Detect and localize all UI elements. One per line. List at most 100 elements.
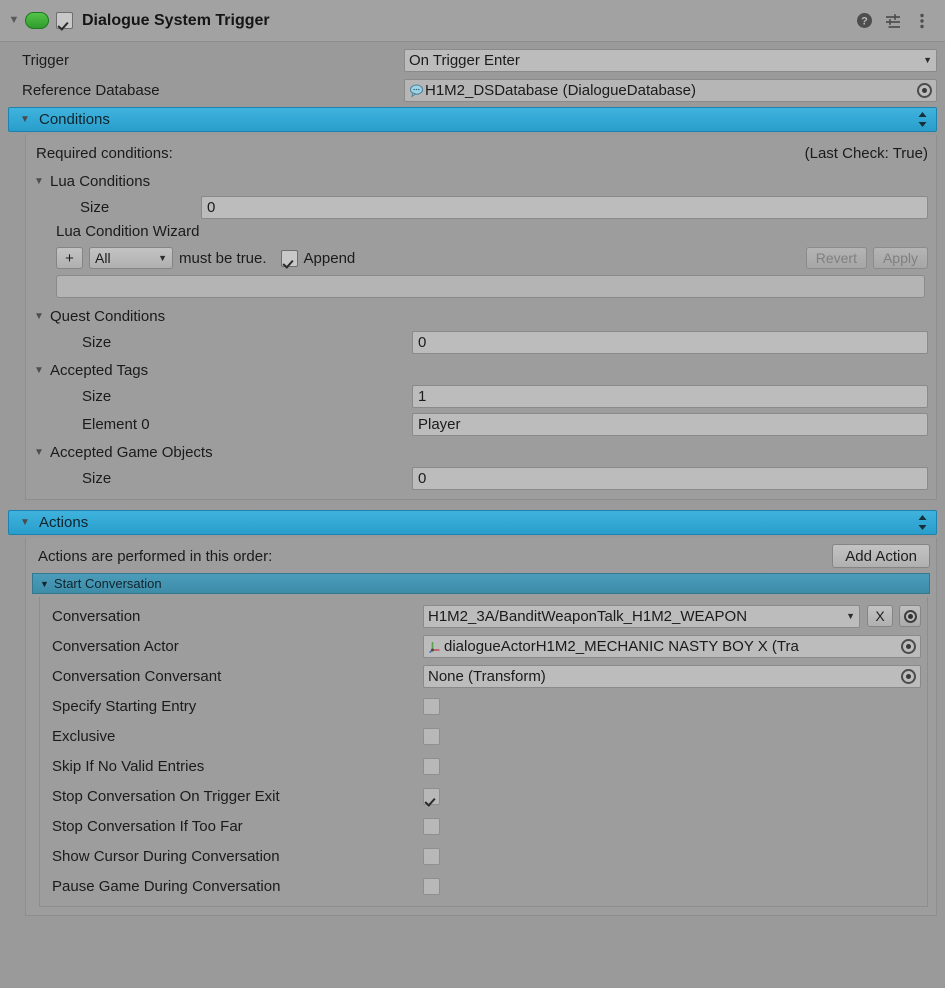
quest-size-input[interactable]: 0 [412, 330, 928, 354]
conversation-conversant-object-field[interactable]: None (Transform) [423, 664, 921, 688]
toggle-row-stop-conversation-on-trigger-exit: Stop Conversation On Trigger Exit [46, 784, 921, 808]
component-foldout-icon[interactable]: ▼ [6, 13, 22, 29]
conversation-conversant-label: Conversation Conversant [52, 667, 222, 685]
chevron-down-icon: ▼ [158, 253, 167, 263]
tags-size-value: 1 [418, 387, 427, 405]
gameobjects-size-value: 0 [418, 469, 427, 487]
conversation-conversant-value: None (Transform) [428, 667, 546, 685]
toggle-row-show-cursor-during-conversation: Show Cursor During Conversation [46, 844, 921, 868]
chevron-down-icon: ▼ [923, 55, 932, 65]
tags-element-input[interactable]: Player [412, 412, 928, 436]
object-picker-icon[interactable] [901, 668, 916, 684]
skip-if-no-valid-entries-slot [423, 757, 663, 775]
lua-condition-wizard-toolbar: + All ▼ must be true. Append Revert Appl… [56, 244, 928, 272]
object-picker-icon[interactable] [917, 82, 932, 98]
pause-game-during-conversation-slot [423, 877, 663, 895]
page-title: Dialogue System Trigger [82, 11, 270, 29]
help-icon[interactable]: ? [853, 10, 875, 32]
stop-conversation-on-trigger-exit-label: Stop Conversation On Trigger Exit [52, 787, 280, 805]
chevron-down-icon: ▼ [34, 310, 44, 322]
trigger-dropdown[interactable]: On Trigger Enter ▼ [404, 48, 937, 72]
lua-conditions-size-row: Size 0 [34, 195, 928, 219]
chevron-down-icon: ▼ [40, 578, 49, 589]
transform-icon [428, 639, 443, 654]
object-picker-icon[interactable] [901, 638, 916, 654]
reference-database-value: H1M2_DSDatabase (DialogueDatabase) [425, 81, 696, 99]
dialogue-database-icon [409, 83, 424, 98]
trigger-value: On Trigger Enter [409, 51, 520, 69]
clear-conversation-button[interactable]: X [867, 605, 893, 627]
tags-element-label: Element 0 [82, 415, 150, 433]
required-conditions-label: Required conditions: [36, 144, 173, 162]
gameobjects-size-input[interactable]: 0 [412, 466, 928, 490]
stop-conversation-on-trigger-exit-checkbox[interactable] [423, 787, 440, 805]
lua-size-input[interactable]: 0 [201, 195, 928, 219]
accepted-tags-foldout[interactable]: ▼ Accepted Tags [34, 358, 928, 382]
property-row-reference-database: Reference Database H1M2_DSDatabase (Dial… [8, 78, 937, 102]
more-menu-icon[interactable] [911, 10, 933, 32]
accepted-tags-element-row: Element 0 Player [34, 412, 928, 436]
condition-mode-dropdown[interactable]: All ▼ [89, 247, 173, 269]
actions-order-row: Actions are performed in this order: Add… [32, 543, 930, 569]
conversation-actor-row: Conversation Actor dialogueActorH1M2_MEC… [46, 634, 921, 658]
condition-mode-value: All [95, 250, 111, 266]
stop-conversation-if-too-far-checkbox[interactable] [423, 817, 440, 835]
chevron-down-icon: ▼ [846, 611, 855, 621]
revert-button[interactable]: Revert [805, 247, 867, 269]
stop-conversation-if-too-far-slot [423, 817, 663, 835]
lua-conditions-label: Lua Conditions [50, 172, 151, 190]
show-cursor-during-conversation-slot [423, 847, 663, 865]
tags-element-value: Player [418, 415, 461, 433]
conditions-section-header[interactable]: ▼ Conditions [8, 107, 937, 132]
lua-conditions-foldout[interactable]: ▼ Lua Conditions [34, 169, 928, 193]
quest-conditions-size-row: Size 0 [34, 330, 928, 354]
reorder-handle-icon[interactable] [917, 514, 930, 532]
reference-database-object-field[interactable]: H1M2_DSDatabase (DialogueDatabase) [404, 78, 937, 102]
conversation-value: H1M2_3A/BanditWeaponTalk_H1M2_WEAPON [428, 607, 748, 625]
exclusive-checkbox[interactable] [423, 727, 440, 745]
tags-size-input[interactable]: 1 [412, 384, 928, 408]
conversation-dropdown[interactable]: H1M2_3A/BanditWeaponTalk_H1M2_WEAPON ▼ [423, 604, 860, 628]
quest-conditions-foldout[interactable]: ▼ Quest Conditions [34, 304, 928, 328]
specify-starting-entry-checkbox[interactable] [423, 697, 440, 715]
pause-game-during-conversation-checkbox[interactable] [423, 877, 440, 895]
conversation-actor-label: Conversation Actor [52, 637, 179, 655]
preset-icon[interactable] [882, 10, 904, 32]
actions-header-label: Actions [39, 514, 89, 531]
add-action-button[interactable]: Add Action [832, 544, 930, 568]
toggle-row-specify-starting-entry: Specify Starting Entry [46, 694, 921, 718]
skip-if-no-valid-entries-checkbox[interactable] [423, 757, 440, 775]
chevron-down-icon: ▼ [34, 364, 44, 376]
add-condition-button[interactable]: + [56, 247, 83, 269]
top-properties: Trigger On Trigger Enter ▼ Reference Dat… [0, 42, 945, 107]
accepted-game-objects-foldout[interactable]: ▼ Accepted Game Objects [34, 440, 928, 464]
conversation-row: Conversation H1M2_3A/BanditWeaponTalk_H1… [46, 604, 921, 628]
actions-section-header[interactable]: ▼ Actions [8, 510, 937, 535]
conversation-picker-button[interactable] [899, 605, 921, 627]
lua-size-label: Size [80, 198, 110, 216]
start-conversation-label: Start Conversation [53, 576, 162, 591]
conversation-actor-object-field[interactable]: dialogueActorH1M2_MECHANIC NASTY BOY X (… [423, 634, 921, 658]
accepted-tags-size-row: Size 1 [34, 384, 928, 408]
exclusive-label: Exclusive [52, 727, 116, 745]
conditions-foldout-icon[interactable]: ▼ [17, 112, 33, 128]
reorder-handle-icon[interactable] [917, 111, 930, 129]
lua-condition-code-input[interactable] [56, 275, 925, 298]
conversation-conversant-row: Conversation Conversant None (Transform) [46, 664, 921, 688]
accepted-tags-label: Accepted Tags [50, 361, 149, 379]
specify-starting-entry-label: Specify Starting Entry [52, 697, 197, 715]
start-conversation-header[interactable]: ▼ Start Conversation [32, 573, 930, 594]
component-enabled-checkbox[interactable] [56, 12, 73, 29]
chevron-down-icon: ▼ [34, 446, 44, 458]
actions-body: Actions are performed in this order: Add… [25, 538, 937, 916]
show-cursor-during-conversation-checkbox[interactable] [423, 847, 440, 865]
last-check-status: (Last Check: True) [804, 144, 928, 162]
show-cursor-during-conversation-label: Show Cursor During Conversation [52, 847, 280, 865]
reference-database-label: Reference Database [22, 81, 160, 99]
actions-foldout-icon[interactable]: ▼ [17, 515, 33, 531]
apply-button[interactable]: Apply [872, 247, 928, 269]
append-checkbox[interactable] [280, 249, 298, 267]
toggle-row-pause-game-during-conversation: Pause Game During Conversation [46, 874, 921, 898]
picker-dot-icon [903, 609, 917, 623]
actions-order-note: Actions are performed in this order: [38, 547, 273, 565]
